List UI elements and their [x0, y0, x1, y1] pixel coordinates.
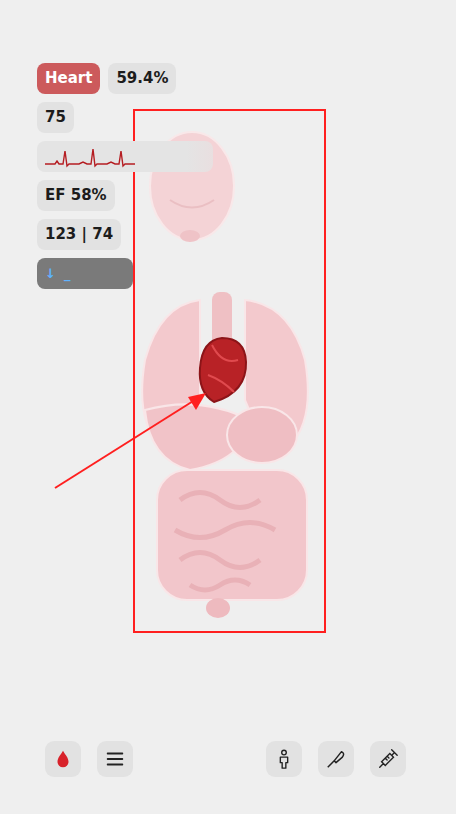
- blood-drop-icon: [52, 748, 74, 770]
- scalpel-button[interactable]: [318, 741, 354, 777]
- menu-icon: [104, 748, 126, 770]
- blood-button[interactable]: [45, 741, 81, 777]
- heart-rate-pill: 75: [37, 102, 74, 133]
- ejection-fraction-pill: EF 58%: [37, 180, 115, 211]
- annotation-box: [134, 110, 325, 632]
- stats-panel: Heart 59.4% 75 EF 58% 123 | 74 ↓_: [37, 63, 456, 289]
- syringe-button[interactable]: [370, 741, 406, 777]
- ecg-pill: [37, 141, 213, 172]
- ecg-icon: [45, 145, 135, 168]
- share-pill: 59.4%: [108, 63, 176, 94]
- menu-button[interactable]: [97, 741, 133, 777]
- toolbar: [37, 741, 456, 777]
- annotation-arrow: [55, 393, 206, 488]
- blood-pressure-pill: 123 | 74: [37, 219, 121, 250]
- scalpel-icon: [325, 748, 347, 770]
- body-button[interactable]: [266, 741, 302, 777]
- person-icon: [273, 748, 295, 770]
- heart-icon[interactable]: [200, 338, 246, 402]
- syringe-icon: [377, 748, 399, 770]
- trend-pill: ↓_: [37, 258, 133, 289]
- organ-pill[interactable]: Heart: [37, 63, 100, 94]
